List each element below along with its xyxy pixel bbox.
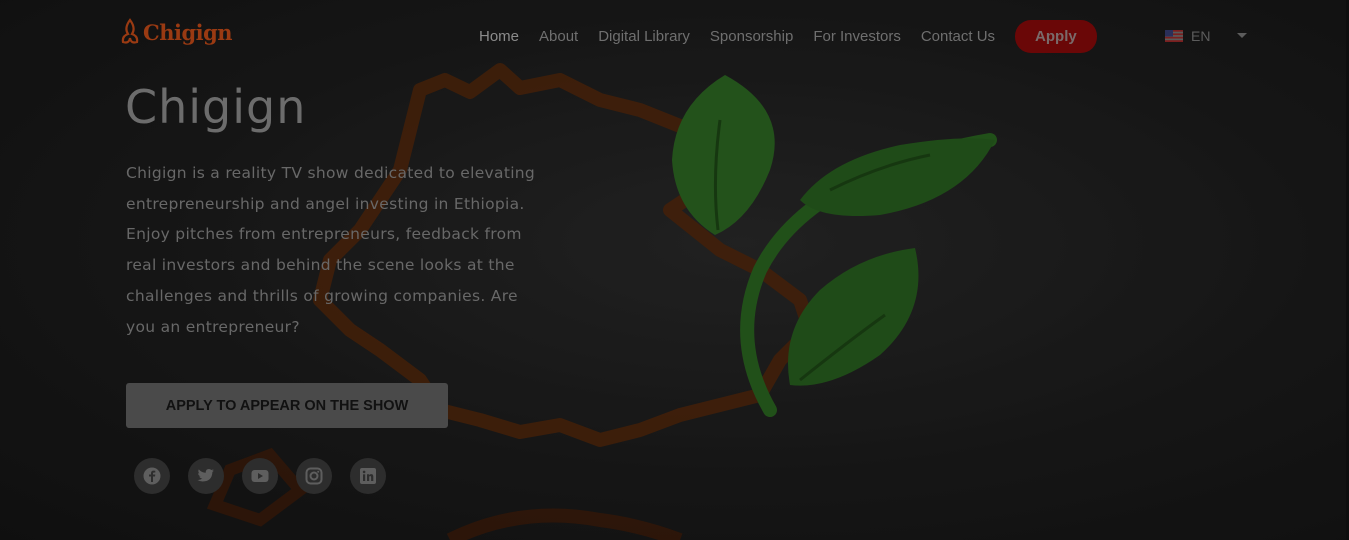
nav-about[interactable]: About [539,28,578,45]
language-label: EN [1191,28,1211,44]
twitter-icon[interactable] [188,458,224,494]
page-title: Chigign [125,80,307,134]
chevron-down-icon[interactable] [1237,33,1247,38]
us-flag-icon [1165,30,1183,42]
logo-text: Chigign [143,19,233,45]
nav-digital-library[interactable]: Digital Library [598,28,690,45]
nav-sponsorship[interactable]: Sponsorship [710,28,793,45]
linkedin-icon[interactable] [350,458,386,494]
youtube-icon[interactable] [242,458,278,494]
instagram-icon[interactable] [296,458,332,494]
apply-button[interactable]: Apply [1015,19,1097,53]
nav-home[interactable]: Home [479,28,519,45]
nav-contact-us[interactable]: Contact Us [921,28,995,45]
apply-to-show-button[interactable]: APPLY TO APPEAR ON THE SHOW [126,383,448,428]
facebook-icon[interactable] [134,458,170,494]
language-selector[interactable]: EN [1165,28,1210,44]
main-nav: Home About Digital Library Sponsorship F… [469,0,1097,72]
nav-for-investors[interactable]: For Investors [813,28,901,45]
social-links [134,458,386,494]
logo[interactable]: Chigign [120,18,233,46]
logo-icon [121,18,139,44]
hero-description: Chigign is a reality TV show dedicated t… [126,164,536,336]
